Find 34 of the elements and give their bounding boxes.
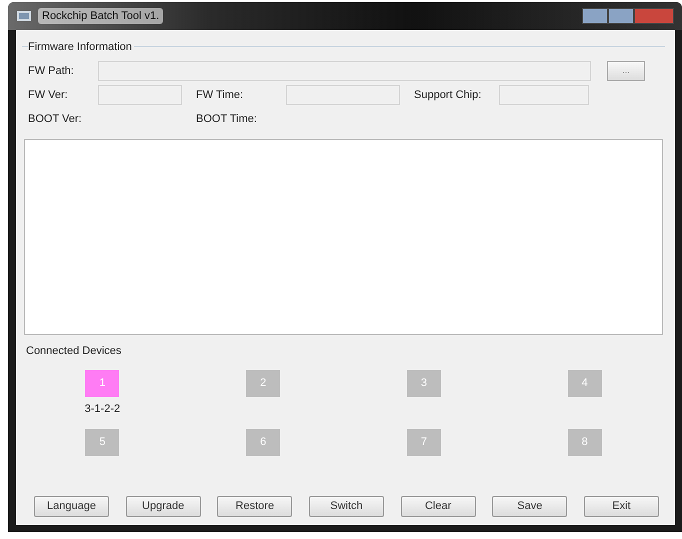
device-button[interactable]: 8 (568, 428, 602, 456)
action-button[interactable]: Exit (584, 496, 659, 517)
device-button[interactable]: 5 (85, 428, 120, 456)
device-button[interactable]: 2 (246, 370, 280, 396)
field-label: FW Path: (28, 64, 75, 79)
field-label: BOOT Ver: (28, 112, 83, 127)
section-title: Connected Devices (26, 344, 122, 359)
input-field[interactable] (499, 85, 589, 105)
device-location: 3-1-2-2 (84, 402, 120, 416)
log-area[interactable] (24, 139, 663, 335)
minimize-button[interactable] (582, 8, 608, 24)
browse-button[interactable]: ... (607, 61, 645, 81)
action-button[interactable]: Restore (217, 496, 292, 517)
action-button[interactable]: Upgrade (126, 496, 201, 517)
device-button[interactable]: 4 (568, 370, 602, 396)
device-button[interactable]: 6 (246, 428, 280, 456)
close-button[interactable] (634, 8, 674, 24)
action-button[interactable]: Save (492, 496, 568, 517)
input-field[interactable] (98, 61, 591, 81)
action-button[interactable]: Switch (308, 496, 384, 517)
device-button[interactable]: 7 (406, 428, 441, 456)
action-button[interactable]: Language (34, 496, 109, 517)
field-label: Support Chip: (414, 88, 482, 103)
window-title: Rockchip Batch Tool v1. (38, 8, 164, 24)
app-icon (16, 9, 32, 23)
field-label: FW Ver: (28, 88, 69, 103)
input-field[interactable] (98, 85, 182, 105)
maximize-button[interactable] (608, 8, 634, 24)
input-field[interactable] (286, 85, 400, 105)
action-button[interactable]: Clear (400, 496, 476, 517)
field-label: BOOT Time: (196, 112, 258, 127)
device-button[interactable]: 3 (406, 370, 441, 396)
field-label: FW Time: (196, 88, 244, 103)
device-button[interactable]: 1 (85, 370, 120, 396)
